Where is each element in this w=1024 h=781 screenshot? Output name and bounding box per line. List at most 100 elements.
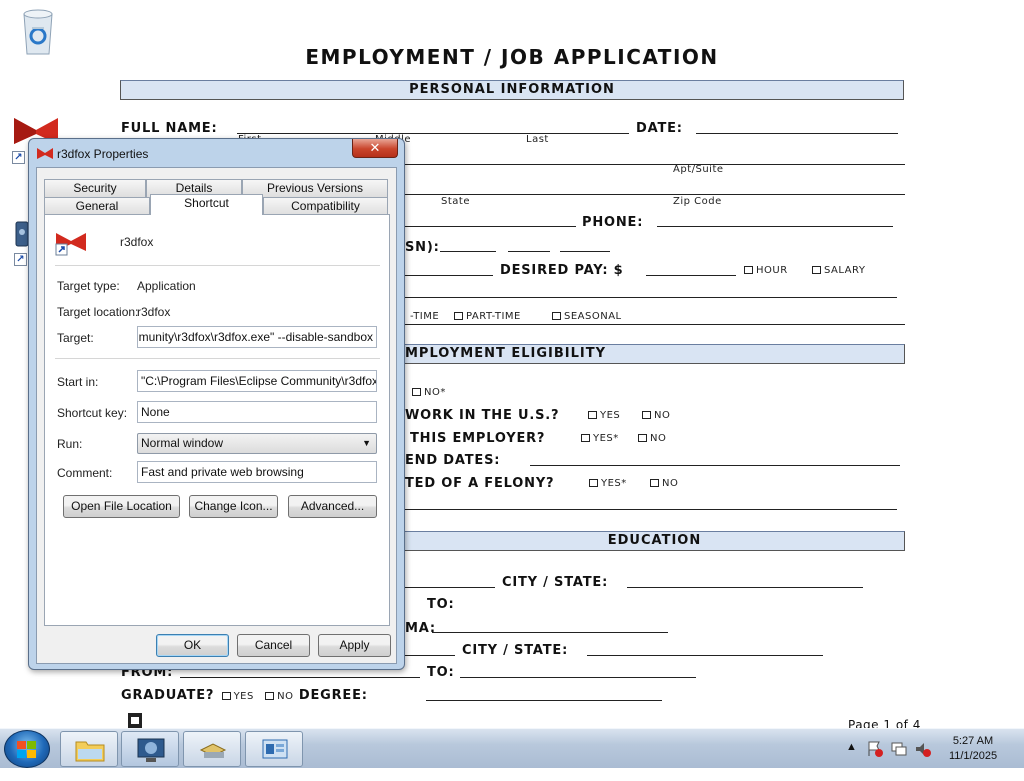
comment-label: Comment: [57, 466, 113, 480]
employer-question: THIS EMPLOYER? [410, 431, 546, 446]
part-time-option: PART-TIME [448, 311, 521, 322]
network-icon[interactable] [890, 740, 908, 758]
degree-line [426, 700, 662, 701]
email-line [405, 226, 576, 227]
shortcut-key-label: Shortcut key: [57, 406, 128, 420]
to-label-1: TO: [427, 597, 455, 612]
recycle-bin-icon[interactable] [18, 6, 58, 56]
to-line [460, 677, 696, 678]
comment-field[interactable]: Fast and private web browsing [137, 461, 377, 483]
taskbar-explorer[interactable] [60, 731, 118, 767]
advanced-button[interactable]: Advanced... [288, 495, 377, 518]
target-field[interactable]: Community\r3dfox\r3dfox.exe" --disable-s… [137, 326, 377, 348]
city-state-label-1: CITY / STATE: [502, 575, 609, 590]
shortcut-arrow-icon: ↗ [14, 253, 27, 266]
taskbar-control-panel[interactable] [121, 731, 179, 767]
date-line [696, 133, 898, 134]
full-name-label: FULL NAME: [121, 121, 218, 136]
seasonal-option: SEASONAL [546, 311, 622, 322]
taskbar-app-4[interactable] [245, 731, 303, 767]
diploma-label: MA: [405, 621, 436, 636]
close-button[interactable]: ✕ [352, 139, 398, 158]
phone-line [657, 226, 893, 227]
chevron-down-icon: ▼ [362, 438, 371, 448]
citizen-no-option: NO* [406, 387, 446, 398]
windows-logo-icon [17, 741, 36, 758]
separator [55, 358, 380, 359]
desired-pay-line [646, 275, 736, 276]
tray-chevron[interactable]: ▲ [846, 741, 857, 781]
to-label-2: TO: [427, 665, 455, 680]
flag-alert-icon[interactable] [866, 740, 884, 758]
tab-general[interactable]: General [44, 197, 150, 215]
start-in-field[interactable]: "C:\Program Files\Eclipse Community\r3df… [137, 370, 377, 392]
app-name: r3dfox [120, 235, 154, 249]
divider-line [405, 324, 905, 325]
felony-explain-line [405, 509, 897, 510]
eligibility-header: MPLOYMENT ELIGIBILITY [405, 344, 905, 364]
hour-option: HOUR [738, 265, 788, 276]
control-panel-icon [137, 738, 165, 762]
school-line [405, 587, 495, 588]
document-title: EMPLOYMENT / JOB APPLICATION [305, 45, 719, 69]
from-line [180, 677, 420, 678]
city-state-line-1 [627, 587, 863, 588]
personal-info-header: PERSONAL INFORMATION [120, 80, 904, 100]
zip-label: Zip Code [673, 196, 722, 207]
target-label: Target: [57, 331, 94, 345]
ssn-line-3 [560, 251, 610, 252]
tab-compatibility[interactable]: Compatibility [263, 197, 388, 215]
run-select[interactable]: Normal window ▼ [137, 433, 377, 454]
education-header: EDUCATION [405, 531, 905, 551]
volume-muted-icon[interactable] [914, 740, 932, 758]
apply-button[interactable]: Apply [318, 634, 391, 657]
felony-question: TED OF A FELONY? [405, 476, 555, 491]
ssn-label: SN): [405, 240, 440, 255]
state-label: State [441, 196, 470, 207]
dialog-titlebar[interactable]: r3dfox Properties [37, 145, 148, 163]
settings-window-icon [262, 739, 288, 759]
run-label: Run: [57, 437, 83, 451]
date-label: DATE: [636, 121, 683, 136]
tab-shortcut[interactable]: Shortcut [150, 194, 263, 215]
separator [55, 265, 380, 266]
clock-time: 5:27 AM [952, 735, 994, 747]
employer-yes: YES* [575, 433, 619, 444]
r3dfox-small-icon [37, 148, 53, 159]
shortcut-arrow-icon: ↗ [12, 151, 25, 164]
document-icon [128, 713, 142, 728]
college-line [405, 655, 455, 656]
graduate-label: GRADUATE? YES NO DEGREE: [121, 688, 368, 703]
work-us-question: WORK IN THE U.S.? [405, 408, 560, 423]
target-location-label: Target location: [57, 305, 139, 319]
phone-label: PHONE: [582, 215, 644, 230]
clock-date: 11/1/2025 [948, 750, 998, 762]
change-icon-button[interactable]: Change Icon... [189, 495, 278, 518]
last-label: Last [526, 134, 549, 145]
apt-label: Apt/Suite [673, 164, 724, 175]
shortcut-key-field[interactable]: None [137, 401, 377, 423]
city-state-line-2 [587, 655, 823, 656]
address-line [405, 164, 905, 165]
work-us-yes: YES [582, 410, 620, 421]
position-line [405, 297, 897, 298]
start-in-label: Start in: [57, 375, 99, 389]
felony-yes: YES* [583, 478, 627, 489]
r3dfox-app-icon [55, 233, 86, 256]
full-time-option: -TIME [410, 311, 440, 322]
end-dates-label: END DATES: [405, 453, 501, 468]
open-file-location-button[interactable]: Open File Location [63, 495, 180, 518]
start-button[interactable] [4, 730, 50, 768]
dialog-body: Security Details Previous Versions Gener… [36, 167, 397, 664]
drive-icon [199, 743, 227, 758]
felony-no: NO [644, 478, 678, 489]
tab-security[interactable]: Security [44, 179, 146, 197]
system-clock[interactable]: 5:27 AM 11/1/2025 [940, 734, 1006, 764]
full-name-line [237, 133, 629, 134]
cancel-button[interactable]: Cancel [237, 634, 310, 657]
dialog-title: r3dfox Properties [57, 147, 149, 161]
diploma-line [432, 632, 668, 633]
tab-previous-versions[interactable]: Previous Versions [242, 179, 388, 197]
ok-button[interactable]: OK [156, 634, 229, 657]
taskbar-app-3[interactable] [183, 731, 241, 767]
